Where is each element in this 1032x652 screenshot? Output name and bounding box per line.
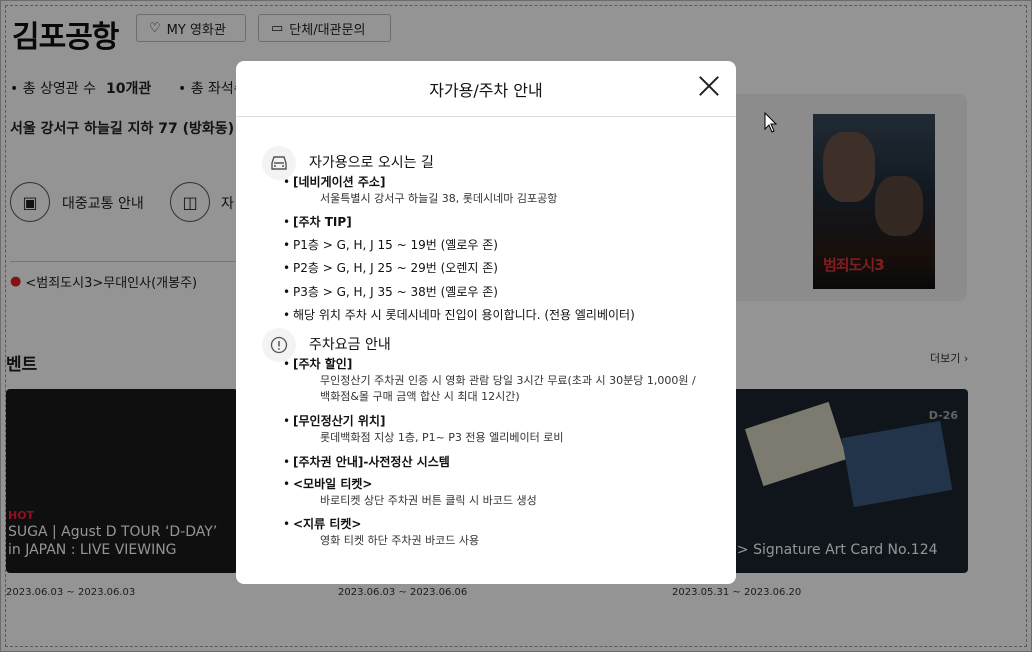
nav-address: 서울특별시 강서구 하늘길 38, 롯데시네마 김포공항	[320, 192, 558, 205]
discount-text-line2: 백화점&몰 구매 금액 합산 시 최대 12시간)	[320, 390, 520, 403]
tip-item: • P2층 > G, H, J 25 ~ 29번 (오렌지 존)	[283, 261, 498, 275]
machine-label: • [무인정산기 위치]	[283, 414, 386, 428]
nav-label: • [네비게이션 주소]	[283, 175, 386, 189]
paper-label: • <지류 티켓>	[283, 517, 362, 531]
discount-label: • [주차 할인]	[283, 357, 353, 371]
ticket-label: • [주차권 안내]-사전정산 시스템	[283, 455, 450, 469]
paper-text: 영화 티켓 하단 주차권 바코드 사용	[320, 534, 480, 547]
section-title: 주차요금 안내	[309, 337, 391, 353]
mouse-cursor-icon	[764, 112, 778, 133]
tip-item: • P3층 > G, H, J 35 ~ 38번 (옐로우 존)	[283, 285, 498, 299]
section-title: 자가용으로 오시는 길	[309, 155, 434, 171]
tip-item: • P1층 > G, H, J 15 ~ 19번 (옐로우 존)	[283, 238, 498, 252]
tip-item: • 해당 위치 주차 시 롯데시네마 진입이 용이합니다. (전용 엘리베이터)	[283, 308, 635, 322]
machine-text: 롯데백화점 지상 1층, P1~ P3 전용 엘리베이터 로비	[320, 431, 564, 444]
discount-text-line1: 무인정산기 주차권 인증 시 영화 관람 당일 3시간 무료(초과 시 30분당…	[320, 374, 696, 387]
parking-modal: 자가용/주차 안내 자가용으로 오시는 길 • [네비게이션 주소] 서울특별시 …	[236, 61, 736, 584]
mobile-label: • <모바일 티켓>	[283, 477, 373, 491]
close-icon[interactable]	[698, 75, 720, 97]
tip-label: • [주차 TIP]	[283, 215, 352, 229]
modal-title: 자가용/주차 안내	[236, 61, 736, 117]
mobile-text: 바로티켓 상단 주차권 버튼 클릭 시 바코드 생성	[320, 494, 537, 507]
